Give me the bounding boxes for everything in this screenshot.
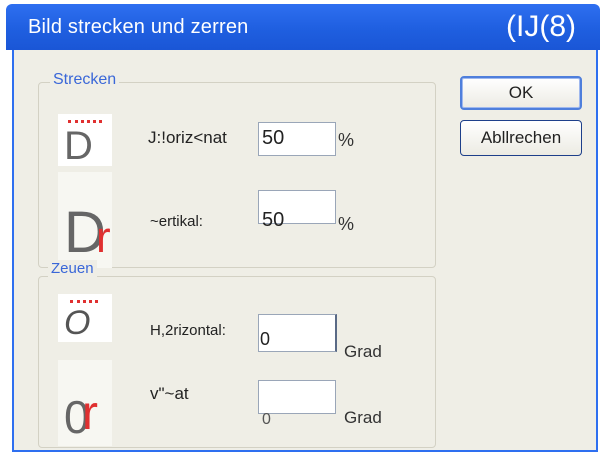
strecken-vertikal-value: 50	[262, 209, 285, 231]
preview-letter: D	[64, 124, 93, 168]
preview-marker-line	[70, 300, 98, 303]
preview-letter-red: r	[82, 387, 98, 440]
strecken-horizontal-unit: %	[338, 130, 355, 150]
strecken-vertikal-unit: %	[338, 214, 355, 234]
preview-strecken-horizontal: D	[58, 114, 112, 166]
zerren-horizontal-input[interactable]: 0	[258, 314, 337, 352]
strecken-horizontal-label: J:!oriz<nat	[148, 128, 227, 147]
strecken-horizontal-input[interactable]: 50	[258, 122, 336, 156]
preview-letter-red: r	[96, 213, 111, 262]
strecken-horizontal-value: 50	[262, 127, 285, 149]
preview-letter: O	[64, 304, 91, 342]
strecken-vertikal-input[interactable]: 50	[258, 190, 336, 231]
zerren-vertikal-unit: Grad	[344, 408, 382, 427]
preview-zerren-vertikal: 0 r	[58, 360, 112, 446]
dialog-window: Bild strecken und zerren (IJ(8) Strecken…	[0, 0, 606, 459]
strecken-group-label: Strecken	[50, 71, 120, 89]
preview-strecken-vertikal: D r	[58, 172, 112, 268]
cancel-button[interactable]: Abllrechen	[460, 120, 582, 156]
preview-zerren-horizontal: O	[58, 294, 112, 342]
window-title: Bild strecken und zerren	[28, 16, 249, 38]
zerren-vertikal-value: 0	[262, 411, 271, 428]
preview-marker-line	[68, 120, 102, 123]
ok-button[interactable]: OK	[460, 76, 582, 110]
zerren-vertikal-input[interactable]: 0	[258, 380, 336, 428]
dialog-body: Strecken D J:!oriz<nat 50 % D r ~ertikal…	[12, 50, 598, 452]
strecken-vertikal-label: ~ertikal:	[150, 213, 203, 230]
zerren-group-label: Zeuen	[48, 260, 97, 277]
zerren-horizontal-label: H,2rizontal:	[150, 322, 226, 339]
title-right-text: (IJ(8)	[506, 10, 576, 43]
zerren-horizontal-unit: Grad	[344, 342, 382, 361]
title-bar[interactable]: Bild strecken und zerren (IJ(8)	[6, 4, 600, 50]
zerren-vertikal-label: v"~at	[150, 384, 189, 403]
zerren-horizontal-value: 0	[260, 329, 271, 349]
